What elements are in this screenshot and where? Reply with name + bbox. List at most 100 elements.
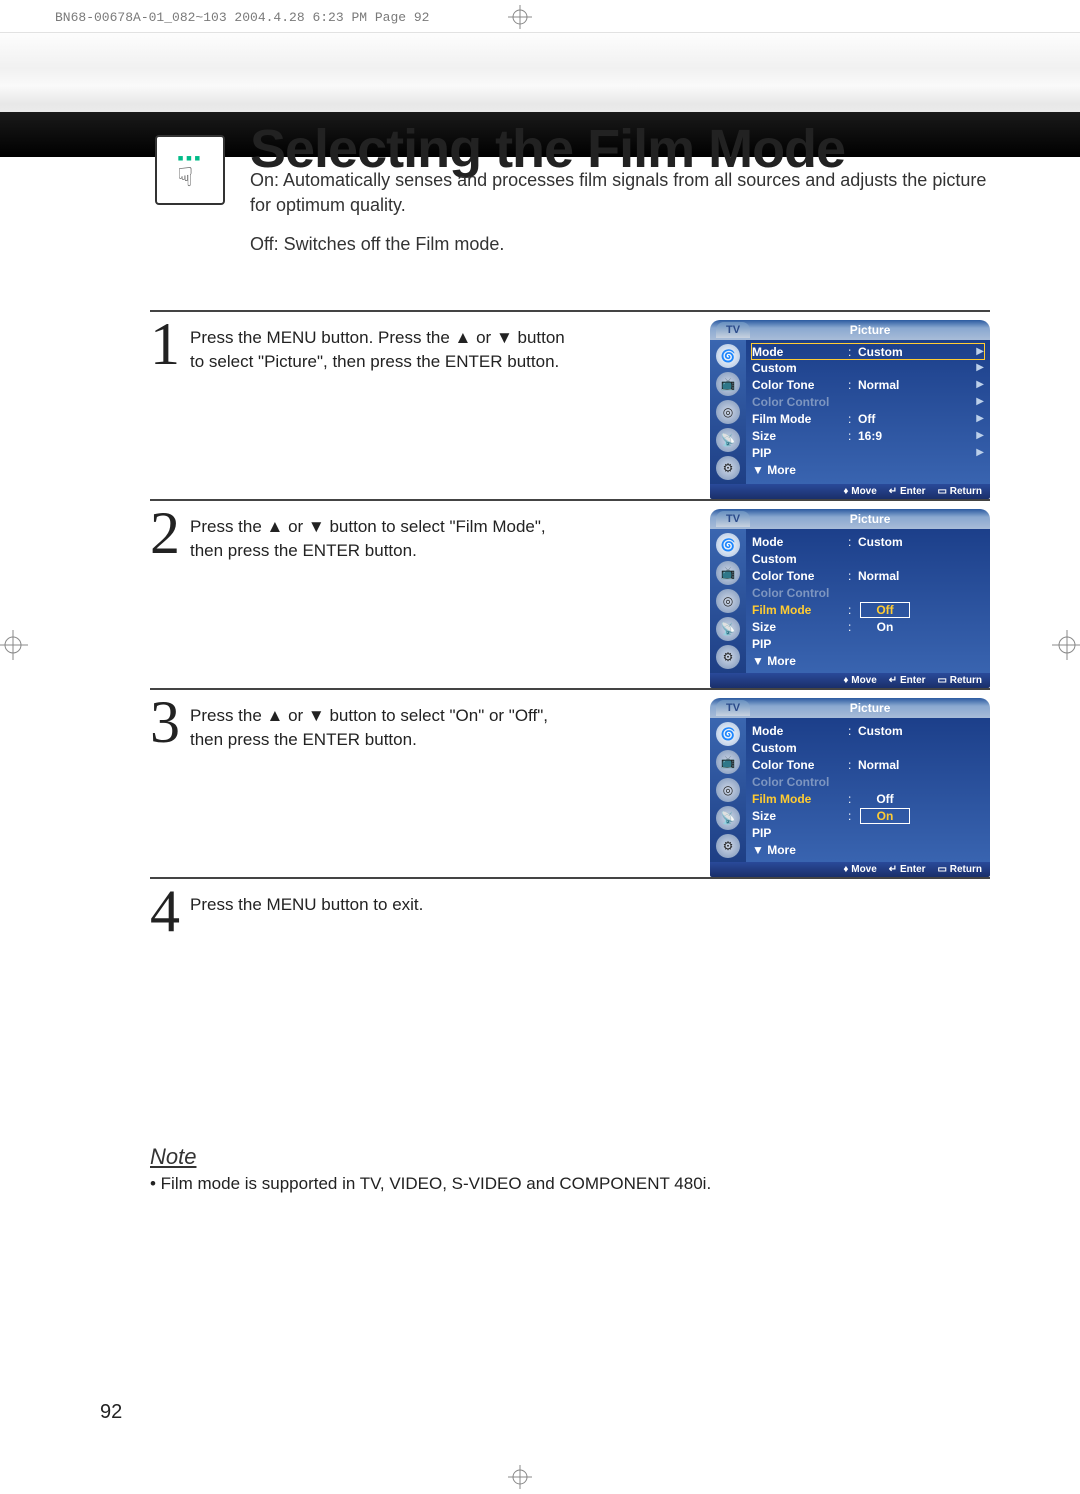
chevron-right-icon: ▶ <box>976 396 984 407</box>
intro-block: On: Automatically senses and processes f… <box>250 168 990 258</box>
osd-sidebar: 🌀 📺 ◎ 📡 ⚙ <box>710 529 746 673</box>
sidebar-icon: 🌀 <box>716 533 740 557</box>
osd-hint-move: ♦ Move <box>843 675 876 686</box>
registration-mark-bottom <box>508 1465 532 1489</box>
osd-title: Picture <box>750 701 990 715</box>
osd-footer: ♦ Move ↵ Enter ▭ Return <box>710 484 990 499</box>
step-text: Press the MENU button to exit. <box>190 887 423 917</box>
osd-hint-return: ▭ Return <box>938 864 982 875</box>
osd-row-label: Mode <box>752 535 848 549</box>
sidebar-icon: ⚙ <box>716 645 740 669</box>
step-text: Press the MENU button. Press the ▲ or ▼ … <box>190 320 570 374</box>
osd-row-label: Color Tone <box>752 569 848 583</box>
page-number: 92 <box>100 1401 122 1424</box>
osd-tab: TV <box>716 322 750 338</box>
step-1: 1 Press the MENU button. Press the ▲ or … <box>150 310 990 499</box>
osd-row-label: Film Mode <box>752 603 848 617</box>
osd-screenshot-3: TV Picture 🌀 📺 ◎ 📡 ⚙ Mode:Custom Custom <box>710 698 990 877</box>
step-number: 4 <box>150 887 190 935</box>
osd-hint-enter: ↵ Enter <box>889 675 926 686</box>
osd-tab: TV <box>716 700 750 716</box>
osd-tab: TV <box>716 511 750 527</box>
osd-option-on: On <box>860 620 910 634</box>
chevron-right-icon: ▶ <box>976 346 984 357</box>
step-3: 3 Press the ▲ or ▼ button to select "On"… <box>150 688 990 877</box>
sidebar-icon: 📺 <box>716 561 740 585</box>
osd-sidebar: 🌀 📺 ◎ 📡 ⚙ <box>710 340 746 484</box>
chevron-right-icon: ▶ <box>976 379 984 390</box>
osd-row-label: Color Tone <box>752 378 848 392</box>
sidebar-icon: 📡 <box>716 428 740 452</box>
step-text: Press the ▲ or ▼ button to select "Film … <box>190 509 570 563</box>
chevron-right-icon: ▶ <box>976 447 984 458</box>
osd-sidebar: 🌀 📺 ◎ 📡 ⚙ <box>710 718 746 862</box>
sidebar-icon: ◎ <box>716 400 740 424</box>
osd-row-value: Normal <box>858 758 899 772</box>
osd-hint-enter: ↵ Enter <box>889 486 926 497</box>
osd-hint-return: ▭ Return <box>938 675 982 686</box>
chevron-right-icon: ▶ <box>976 413 984 424</box>
osd-row-label: Film Mode <box>752 792 848 806</box>
osd-row-label: PIP <box>752 826 848 840</box>
osd-screenshot-2: TV Picture 🌀 📺 ◎ 📡 ⚙ Mode:Custom Custom <box>710 509 990 688</box>
osd-title: Picture <box>750 512 990 526</box>
osd-row-label: Mode <box>752 724 848 738</box>
osd-row-label: Custom <box>752 552 848 566</box>
step-number: 3 <box>150 698 190 746</box>
osd-row-value: Custom <box>858 345 903 359</box>
osd-row-label: Size <box>752 429 848 443</box>
sidebar-icon: 📺 <box>716 750 740 774</box>
note-block: Note • Film mode is supported in TV, VID… <box>150 1144 960 1194</box>
osd-row-label: Color Control <box>752 586 848 600</box>
osd-screenshot-1: TV Picture 🌀 📺 ◎ 📡 ⚙ Mode:Custom▶ Custom… <box>710 320 990 499</box>
osd-row-value: Off <box>858 412 875 426</box>
osd-row-value: 16:9 <box>858 429 882 443</box>
osd-row-label: Color Control <box>752 775 848 789</box>
osd-option-off: Off <box>860 792 910 806</box>
osd-footer: ♦ Move ↵ Enter ▭ Return <box>710 673 990 688</box>
osd-row-label: ▼ More <box>752 654 848 668</box>
osd-row-label: PIP <box>752 637 848 651</box>
osd-row-value: Normal <box>858 378 899 392</box>
step-number: 2 <box>150 509 190 557</box>
osd-row-label: ▼ More <box>752 463 848 477</box>
step-4: 4 Press the MENU button to exit. <box>150 877 990 937</box>
note-heading: Note <box>150 1144 960 1170</box>
osd-row-label: Custom <box>752 361 848 375</box>
sidebar-icon: 🌀 <box>716 722 740 746</box>
osd-row-label: Custom <box>752 741 848 755</box>
osd-row-label: PIP <box>752 446 848 460</box>
step-number: 1 <box>150 320 190 368</box>
osd-row-label: Film Mode <box>752 412 848 426</box>
osd-hint-move: ♦ Move <box>843 486 876 497</box>
osd-option-off: Off <box>860 602 910 618</box>
sidebar-icon: ◎ <box>716 778 740 802</box>
registration-mark-top <box>508 5 532 29</box>
step-2: 2 Press the ▲ or ▼ button to select "Fil… <box>150 499 990 688</box>
registration-mark-left <box>0 630 28 660</box>
osd-hint-return: ▭ Return <box>938 486 982 497</box>
osd-hint-move: ♦ Move <box>843 864 876 875</box>
osd-hint-enter: ↵ Enter <box>889 864 926 875</box>
sidebar-icon: ⚙ <box>716 834 740 858</box>
osd-option-on: On <box>860 808 910 824</box>
osd-row-label: ▼ More <box>752 843 848 857</box>
note-text: • Film mode is supported in TV, VIDEO, S… <box>150 1174 960 1194</box>
registration-mark-right <box>1052 630 1080 660</box>
osd-row-value: Custom <box>858 535 903 549</box>
sidebar-icon: ◎ <box>716 589 740 613</box>
osd-row-label: Mode <box>752 345 848 359</box>
osd-row-label: Size <box>752 620 848 634</box>
step-text: Press the ▲ or ▼ button to select "On" o… <box>190 698 570 752</box>
osd-title: Picture <box>750 323 990 337</box>
osd-row-label: Size <box>752 809 848 823</box>
chevron-right-icon: ▶ <box>976 430 984 441</box>
osd-row-label: Color Tone <box>752 758 848 772</box>
intro-on: On: Automatically senses and processes f… <box>250 168 990 218</box>
sidebar-icon: ⚙ <box>716 456 740 480</box>
osd-row-value: Normal <box>858 569 899 583</box>
sidebar-icon: 📡 <box>716 806 740 830</box>
print-meta: BN68-00678A-01_082~103 2004.4.28 6:23 PM… <box>55 10 429 25</box>
osd-row-value: Custom <box>858 724 903 738</box>
sidebar-icon: 📡 <box>716 617 740 641</box>
